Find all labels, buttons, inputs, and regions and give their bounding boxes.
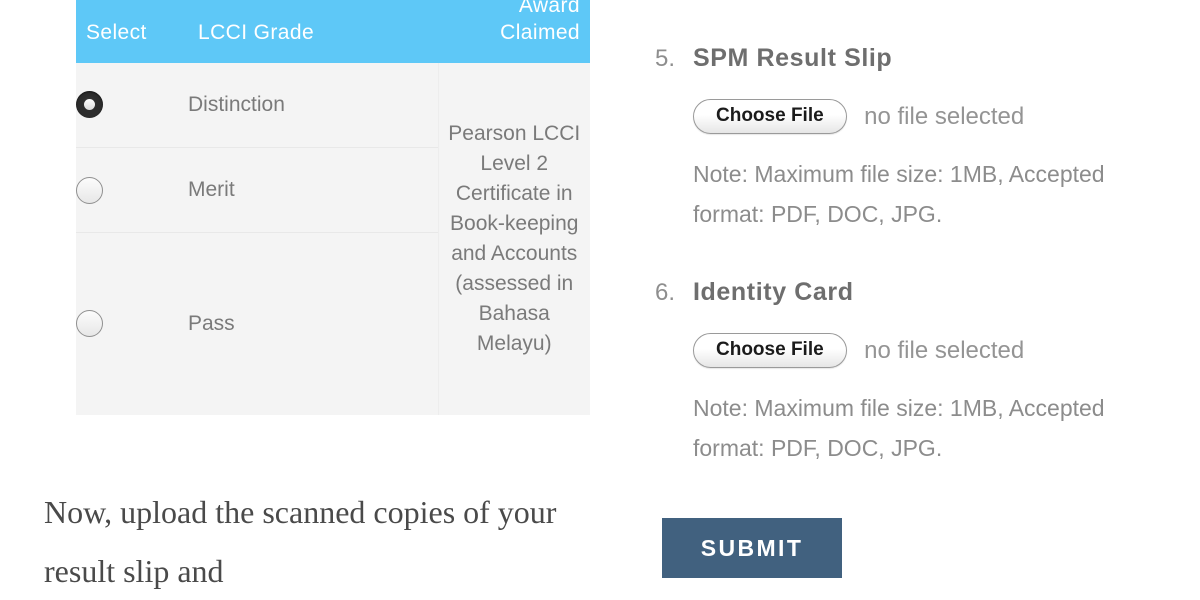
grade-select-cell[interactable] <box>76 62 188 148</box>
table-body: Distinction Pearson LCCI Level 2 Certifi… <box>76 62 590 415</box>
table-row[interactable]: Distinction Pearson LCCI Level 2 Certifi… <box>76 62 590 415</box>
award-claimed-cell: Pearson LCCI Level 2 Certificate in Book… <box>437 62 590 415</box>
table-header: Select LCCI Grade Award Claimed <box>76 0 590 63</box>
lcci-grade-table: Select LCCI Grade Award Claimed Distinct… <box>76 0 590 415</box>
grade-select-cell[interactable] <box>76 147 188 233</box>
choose-file-button-identity-card[interactable]: Choose File <box>693 333 847 368</box>
step-heading: 6. Identity Card <box>640 278 1180 317</box>
file-input-row: Choose File no file selected <box>693 333 1180 371</box>
step-number: 5. <box>655 45 676 72</box>
radio-distinction[interactable] <box>76 91 103 119</box>
scan-instruction-text: Now, upload the scanned copies of your r… <box>44 494 557 590</box>
column-header-select: Select <box>76 0 188 63</box>
table-header-row: Select LCCI Grade Award Claimed <box>76 0 590 63</box>
upload-step-identity-card: 6. Identity Card Choose File no file sel… <box>640 278 1180 468</box>
grade-label-cell: Distinction <box>188 62 438 148</box>
radio-pass[interactable] <box>76 310 103 338</box>
column-header-lcci-grade: LCCI Grade <box>188 0 438 63</box>
step-number: 6. <box>655 279 676 306</box>
file-requirements-note-identity-card: Note: Maximum file size: 1MB, Accepted f… <box>693 395 1105 461</box>
choose-file-button-spm[interactable]: Choose File <box>693 99 847 134</box>
step-title: Identity Card <box>693 278 854 306</box>
grade-label-cell: Merit <box>188 147 438 233</box>
page-root: Select LCCI Grade Award Claimed Distinct… <box>0 0 1200 600</box>
file-input-row: Choose File no file selected <box>693 99 1180 137</box>
file-requirements-note-spm: Note: Maximum file size: 1MB, Accepted f… <box>693 161 1105 227</box>
grade-table-column: Select LCCI Grade Award Claimed Distinct… <box>0 0 620 600</box>
upload-steps-column: 5. SPM Result Slip Choose File no file s… <box>640 0 1200 600</box>
upload-step-spm-result-slip: 5. SPM Result Slip Choose File no file s… <box>640 44 1180 234</box>
submit-button[interactable]: SUBMIT <box>662 518 842 578</box>
grade-label-cell: Pass <box>188 232 438 415</box>
file-status-spm: no file selected <box>864 102 1025 130</box>
file-status-identity-card: no file selected <box>864 336 1025 364</box>
radio-merit[interactable] <box>76 176 103 204</box>
column-header-award-claimed: Award Claimed <box>438 0 590 63</box>
step-heading: 5. SPM Result Slip <box>640 44 1180 83</box>
grade-select-cell[interactable] <box>76 232 188 415</box>
step-title: SPM Result Slip <box>693 44 893 72</box>
